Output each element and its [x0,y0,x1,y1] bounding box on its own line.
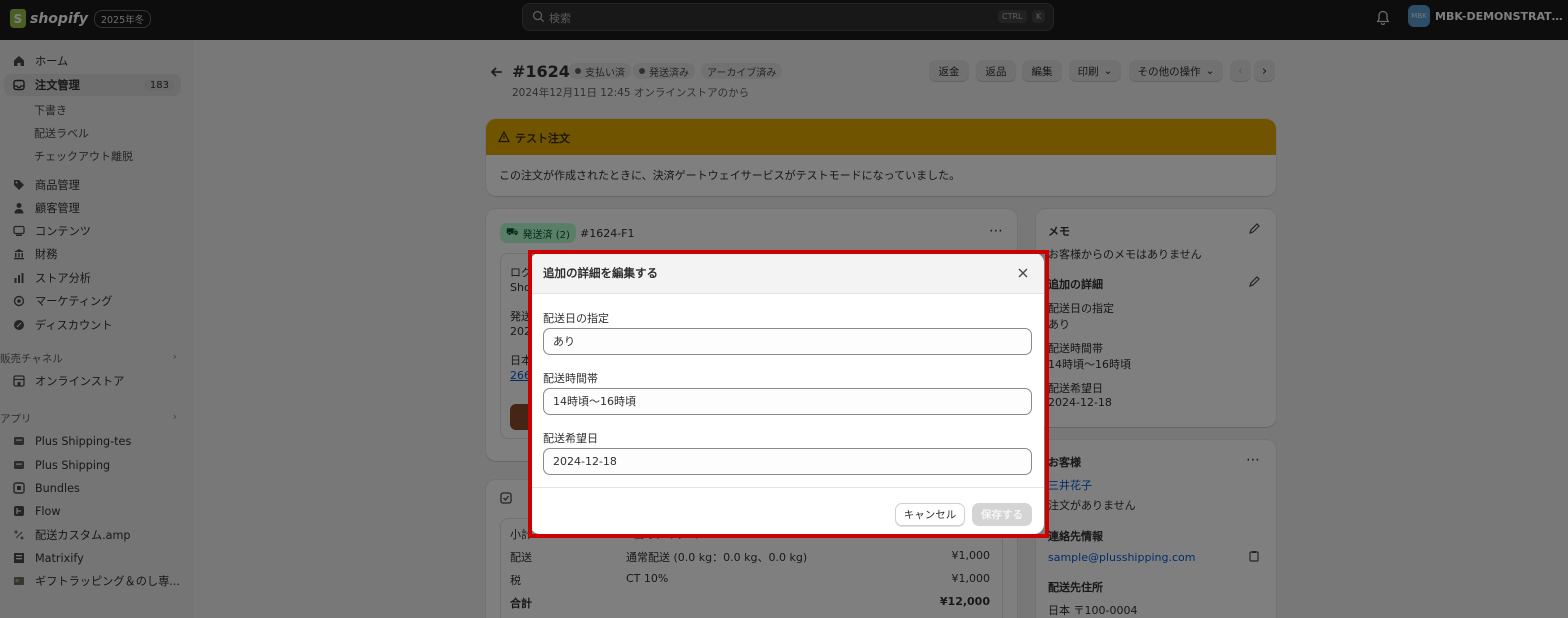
field-label-delivery-date: 配送希望日 [543,432,598,445]
field-label-delivery-date-spec: 配送日の指定 [543,312,609,325]
delivery-time-input[interactable]: 14時頃〜16時頃 [543,388,1032,415]
delivery-date-spec-input[interactable]: あり [543,328,1032,355]
app-root: S shopify 2025年冬 検索 CTRL K MBK MBK-DEMON… [0,0,1568,618]
field-label-delivery-time: 配送時間帯 [543,372,598,385]
cancel-button[interactable]: キャンセル [895,503,965,526]
delivery-date-input[interactable]: 2024-12-18 [543,448,1032,475]
modal-title: 追加の詳細を編集する [543,266,658,280]
save-button[interactable]: 保存する [972,503,1032,526]
close-icon[interactable] [1015,265,1031,281]
modal-header: 追加の詳細を編集する [530,253,1044,294]
edit-details-modal: 追加の詳細を編集する 配送日の指定 あり 配送時間帯 14時頃〜16時頃 配送希… [530,253,1044,534]
modal-footer: キャンセル 保存する [530,487,1044,534]
